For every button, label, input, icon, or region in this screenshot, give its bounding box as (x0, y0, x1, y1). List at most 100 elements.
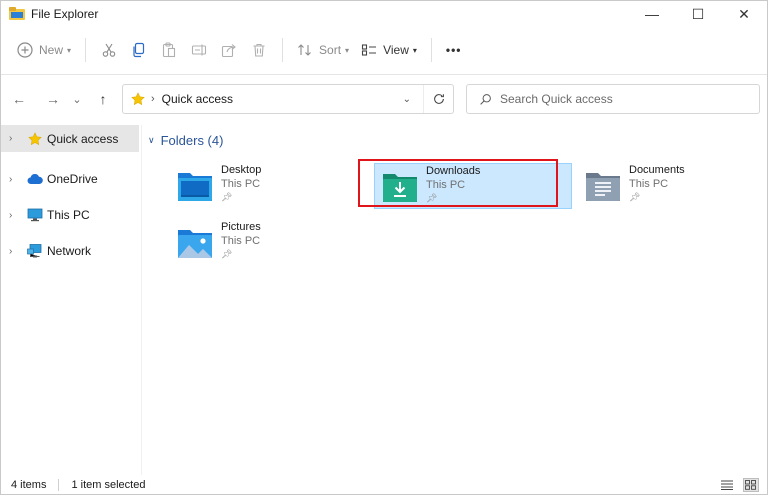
folder-name: Downloads (426, 165, 481, 177)
item-count: 4 items (11, 479, 47, 491)
cloud-icon (27, 171, 43, 187)
see-more-button[interactable]: ••• (440, 35, 468, 65)
refresh-button[interactable] (423, 85, 453, 113)
chevron-down-icon: ▾ (412, 45, 417, 55)
sidebar-item-label: OneDrive (47, 172, 98, 186)
delete-button[interactable] (244, 35, 274, 65)
paste-icon (162, 42, 176, 58)
details-view-icon (721, 480, 733, 490)
star-icon (27, 131, 43, 147)
back-button[interactable]: ← (7, 85, 31, 113)
details-view-button[interactable] (719, 478, 735, 492)
share-button[interactable] (214, 35, 244, 65)
expand-chevron-icon[interactable]: › (9, 174, 19, 185)
window-title: File Explorer (31, 7, 99, 21)
status-divider (58, 479, 60, 491)
maximize-button[interactable]: ☐ (675, 1, 721, 27)
selection-count: 1 item selected (71, 479, 146, 491)
pin-icon: 📌︎ (221, 192, 233, 202)
plus-circle-icon (17, 42, 33, 58)
up-button[interactable]: ↑ (91, 85, 115, 113)
view-button[interactable]: View ▾ (355, 35, 423, 65)
folder-text: Downloads This PC 📌︎ (426, 164, 480, 208)
pin-icon: 📌︎ (629, 192, 641, 202)
navigation-row: ← → ⌄ ↑ › Quick access ⌄ (1, 81, 767, 117)
breadcrumb-separator-icon: › (151, 93, 155, 105)
sidebar-item-this-pc[interactable]: › This PC (1, 197, 141, 233)
sidebar-item-label: This PC (47, 208, 90, 222)
folder-text: Documents This PC 📌︎ (629, 163, 685, 209)
search-box[interactable] (466, 84, 760, 114)
expand-chevron-icon[interactable]: › (9, 133, 19, 144)
search-icon (480, 93, 491, 105)
folder-text: Pictures This PC 📌︎ (221, 220, 261, 266)
command-bar: New ▾ Sort ▾ View ▾ ••• (1, 31, 767, 69)
file-explorer-app-icon (9, 7, 25, 21)
folder-location: This PC (426, 179, 466, 191)
folder-text: Desktop This PC 📌︎ (221, 163, 261, 209)
folder-name: Pictures (221, 221, 261, 233)
monitor-icon (27, 207, 43, 223)
sort-button-label: Sort (319, 43, 342, 57)
folder-tile-documents[interactable]: Documents This PC 📌︎ (578, 163, 768, 209)
status-bar: 4 items 1 item selected (1, 476, 767, 494)
copy-icon (133, 42, 145, 58)
rename-button[interactable] (184, 35, 214, 65)
downloads-folder-icon (380, 168, 420, 208)
search-input[interactable] (500, 92, 740, 106)
group-header-label: Folders (4) (160, 133, 224, 148)
close-button[interactable]: ✕ (721, 1, 767, 27)
new-button-label: New (39, 43, 64, 57)
sort-icon (298, 44, 311, 56)
collapse-chevron-icon[interactable]: ∨ (148, 135, 155, 146)
more-options-icon: ••• (445, 43, 462, 57)
address-bar[interactable]: › Quick access ⌄ (122, 84, 454, 114)
sidebar-item-quick-access[interactable]: › Quick access (1, 125, 139, 152)
minimize-button[interactable]: — (629, 1, 675, 27)
paste-button[interactable] (154, 35, 184, 65)
window-controls: — ☐ ✕ (629, 1, 767, 27)
folder-tile-desktop[interactable]: Desktop This PC 📌︎ (170, 163, 368, 209)
folder-tile-pictures[interactable]: Pictures This PC 📌︎ (170, 220, 368, 266)
folder-location: This PC (221, 178, 261, 190)
toolbar-separator (1, 74, 767, 75)
network-icon (27, 243, 43, 259)
view-switcher (711, 478, 759, 492)
toolbar-divider (430, 38, 432, 62)
toolbar-divider (282, 38, 284, 62)
folder-tile-downloads[interactable]: Downloads This PC 📌︎ (374, 163, 572, 209)
folders-group-header[interactable]: ∨ Folders (4) (148, 133, 223, 148)
expand-chevron-icon[interactable]: › (9, 246, 19, 257)
star-icon (131, 92, 145, 106)
delete-icon (253, 43, 265, 57)
recent-locations-button[interactable]: ⌄ (65, 85, 89, 113)
rename-icon (191, 44, 207, 56)
view-button-label: View (383, 43, 409, 57)
breadcrumb[interactable]: Quick access (162, 92, 233, 106)
expand-chevron-icon[interactable]: › (9, 210, 19, 221)
sidebar-item-network[interactable]: › Network (1, 233, 141, 269)
cut-button[interactable] (94, 35, 124, 65)
tiles-view-button[interactable] (743, 478, 759, 492)
cut-icon (102, 43, 116, 57)
file-explorer-window: File Explorer — ☐ ✕ New ▾ Sort ▾ View ▾ … (0, 0, 768, 495)
tiles-view-icon (745, 480, 756, 490)
navigation-pane: › Quick access › OneDrive › This PC › Ne… (1, 125, 141, 475)
refresh-icon (433, 94, 444, 104)
folder-name: Documents (629, 164, 685, 176)
desktop-folder-icon (175, 167, 215, 207)
sort-button[interactable]: Sort ▾ (291, 35, 355, 65)
view-icon (362, 44, 377, 56)
title-bar[interactable]: File Explorer — ☐ ✕ (1, 1, 767, 27)
forward-button[interactable]: → (41, 85, 65, 113)
copy-button[interactable] (124, 35, 154, 65)
pin-icon: 📌︎ (426, 193, 438, 203)
sidebar-item-label: Quick access (47, 131, 119, 146)
folder-name: Desktop (221, 164, 262, 176)
new-button[interactable]: New ▾ (11, 35, 77, 65)
pictures-folder-icon (175, 224, 215, 264)
sidebar-item-onedrive[interactable]: › OneDrive (1, 161, 141, 197)
content-pane: ∨ Folders (4) Desktop This PC 📌︎ Downloa… (142, 125, 766, 475)
chevron-down-icon: ▾ (345, 45, 350, 55)
address-dropdown-icon[interactable]: ⌄ (403, 94, 411, 105)
